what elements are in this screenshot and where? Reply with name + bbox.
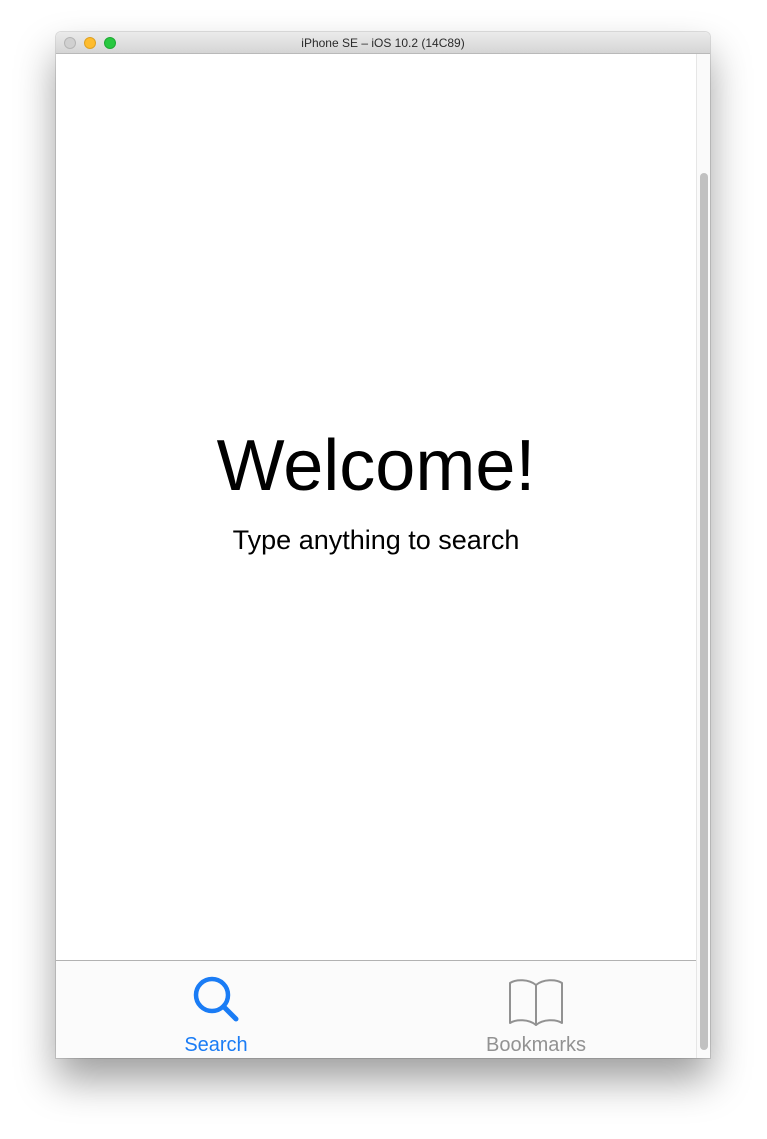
simulator-window: iPhone SE – iOS 10.2 (14C89) Welcome! Ty… bbox=[56, 32, 710, 1058]
tab-bookmarks[interactable]: Bookmarks bbox=[376, 961, 696, 1058]
window-titlebar[interactable]: iPhone SE – iOS 10.2 (14C89) bbox=[56, 32, 710, 54]
tab-bar: Search Bookmarks bbox=[56, 960, 696, 1058]
scrollbar-thumb[interactable] bbox=[700, 173, 708, 1050]
book-icon bbox=[509, 979, 563, 1026]
search-icon bbox=[193, 976, 239, 1022]
tab-search-label: Search bbox=[184, 1034, 248, 1056]
welcome-title: Welcome! bbox=[216, 426, 536, 506]
welcome-subtitle: Type anything to search bbox=[232, 525, 520, 555]
window-title: iPhone SE – iOS 10.2 (14C89) bbox=[301, 36, 465, 50]
vertical-scrollbar[interactable] bbox=[696, 54, 710, 1058]
tab-bookmarks-label: Bookmarks bbox=[485, 1034, 587, 1056]
tab-search[interactable]: Search bbox=[56, 961, 376, 1058]
device-screen: Welcome! Type anything to search Search … bbox=[56, 54, 696, 1058]
